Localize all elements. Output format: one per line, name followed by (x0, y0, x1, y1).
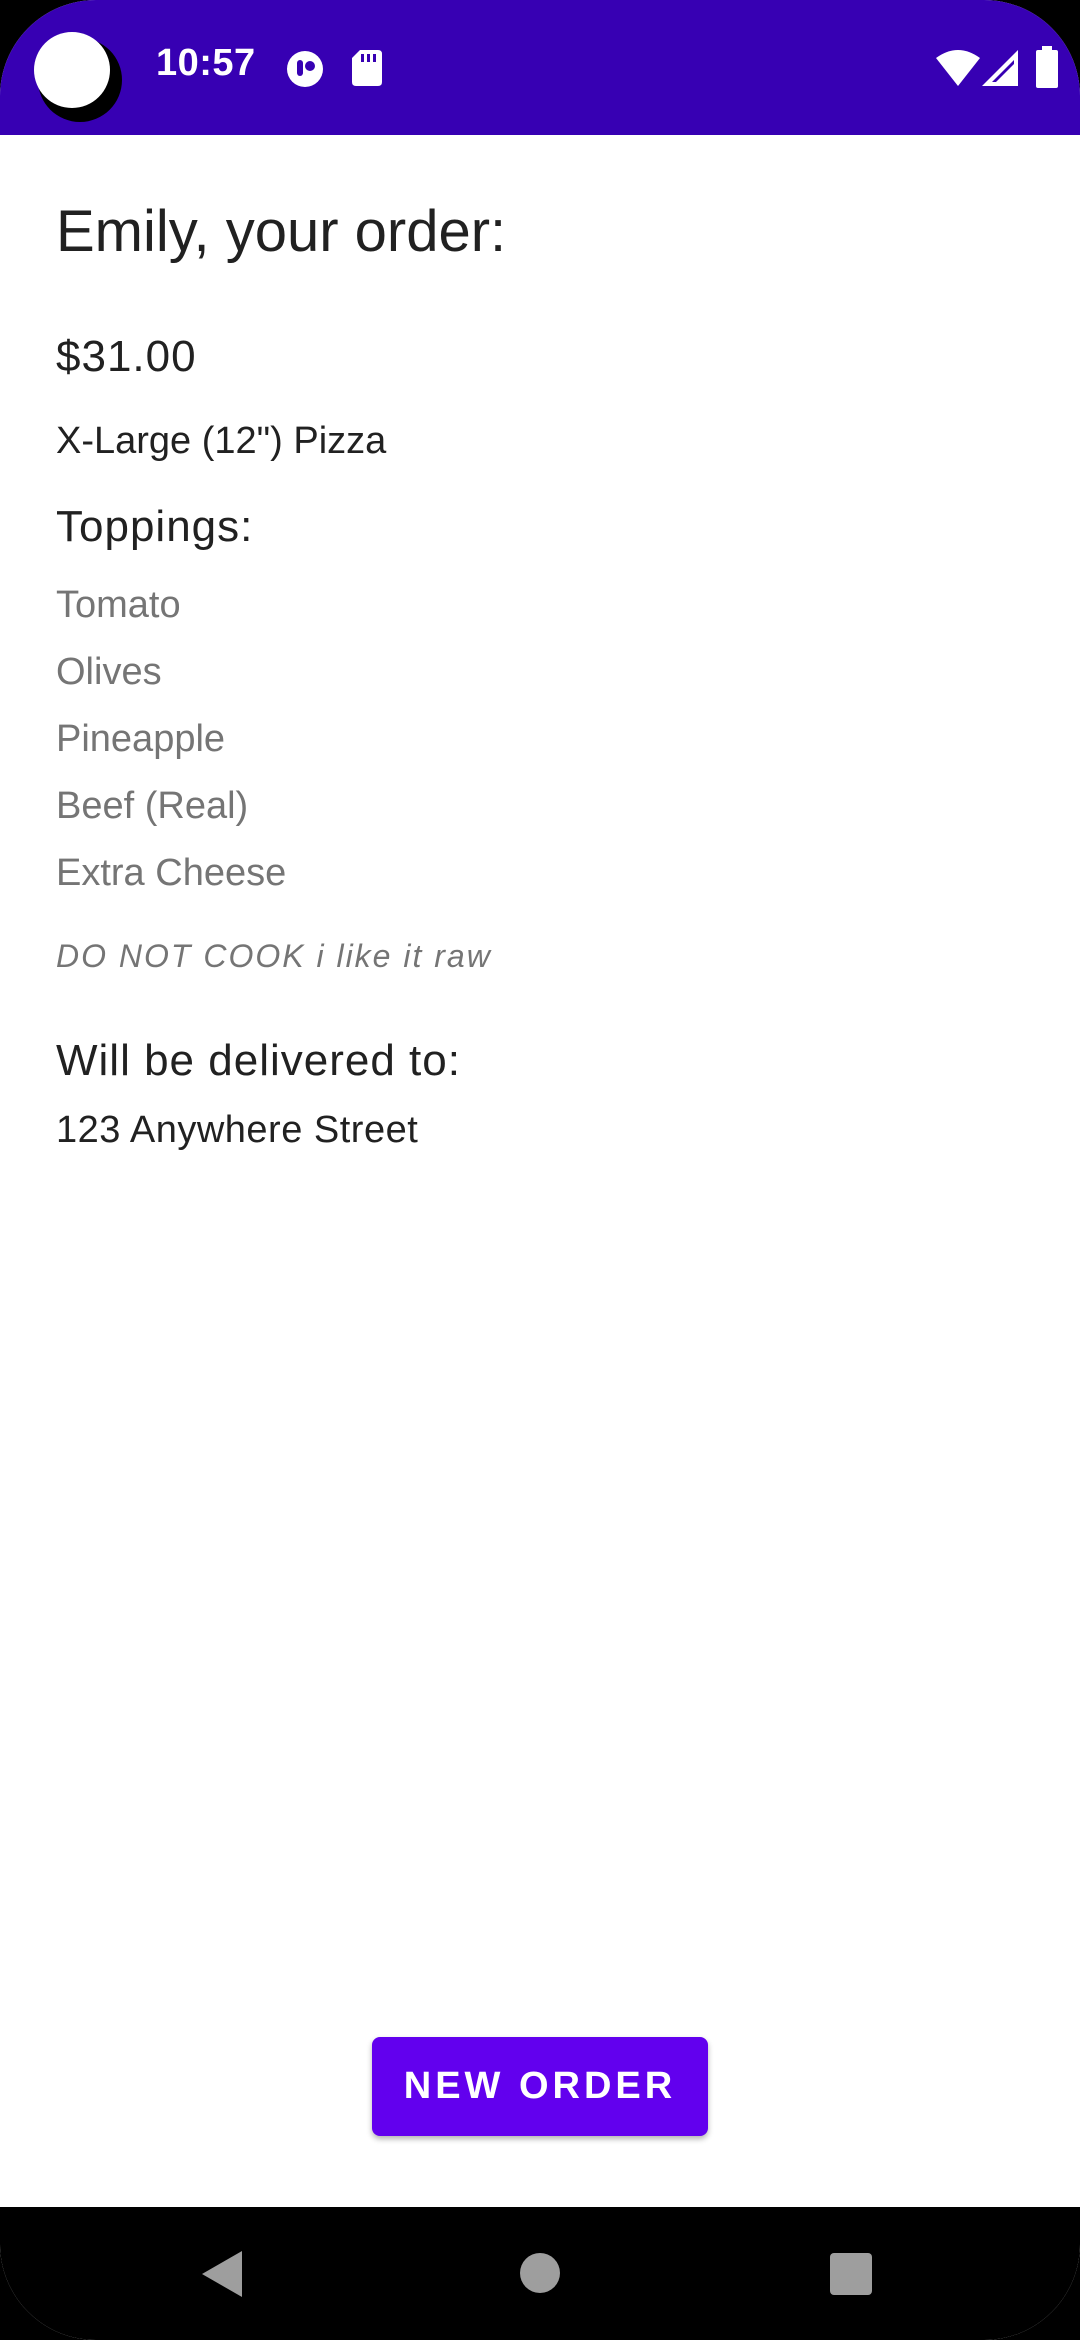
pizza-size: X-Large (12") Pizza (56, 420, 387, 462)
new-order-button[interactable]: NEW ORDER (372, 2037, 708, 2136)
home-icon[interactable] (520, 2253, 560, 2293)
delivery-address: 123 Anywhere Street (56, 1109, 419, 1151)
topping-item: Tomato (56, 584, 181, 626)
back-icon[interactable] (200, 2249, 250, 2299)
delivery-heading: Will be delivered to: (56, 1036, 461, 1085)
toppings-heading: Toppings: (56, 502, 254, 551)
camera-cutout (34, 32, 110, 108)
topping-item: Beef (Real) (56, 785, 249, 827)
status-bar: 10:57 (0, 0, 1080, 135)
sd-card-icon (352, 50, 382, 86)
signal-icon (982, 50, 1018, 86)
notification-icon (287, 51, 323, 87)
status-clock: 10:57 (156, 42, 256, 84)
app-screen: 10:57 Emily, your order: $31.00 X-Large (0, 0, 1080, 2340)
wifi-icon (936, 50, 980, 86)
order-note: DO NOT COOK i like it raw (56, 938, 492, 974)
recents-icon[interactable] (830, 2253, 872, 2295)
order-title: Emily, your order: (56, 199, 507, 264)
topping-item: Extra Cheese (56, 852, 287, 894)
order-price: $31.00 (56, 332, 197, 381)
topping-item: Pineapple (56, 718, 226, 760)
navigation-bar (0, 2207, 1080, 2340)
topping-item: Olives (56, 651, 162, 693)
battery-icon (1036, 46, 1058, 88)
